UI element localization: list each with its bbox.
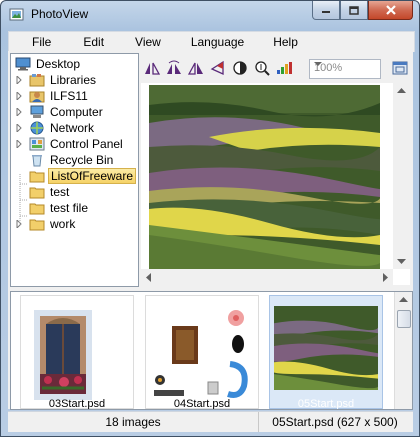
desktop-icon bbox=[15, 57, 31, 71]
window-title: PhotoView bbox=[31, 7, 89, 21]
expand-arrow-icon[interactable] bbox=[16, 76, 22, 84]
menu-edit[interactable]: Edit bbox=[83, 32, 104, 52]
thumbnail-scrollbar[interactable] bbox=[394, 292, 412, 409]
scroll-down-icon[interactable] bbox=[397, 259, 406, 265]
flip-vertical-icon bbox=[145, 62, 161, 75]
user-icon bbox=[29, 91, 45, 103]
scroll-up-icon[interactable] bbox=[399, 296, 408, 302]
folder-icon bbox=[29, 171, 45, 183]
close-button[interactable] bbox=[368, 1, 413, 20]
expand-arrow-icon[interactable] bbox=[16, 140, 22, 148]
thumbnail-03start[interactable]: 03Start.psd bbox=[20, 295, 134, 409]
tree-item-libraries[interactable]: Libraries bbox=[29, 72, 98, 88]
tree-item-computer[interactable]: Computer bbox=[29, 104, 105, 120]
menu-language[interactable]: Language bbox=[191, 32, 244, 52]
tree-item-recycle-bin[interactable]: Recycle Bin bbox=[29, 152, 115, 168]
tree-item-desktop[interactable]: Desktop bbox=[15, 56, 82, 72]
contrast-icon bbox=[233, 61, 247, 75]
tree-item-control-panel[interactable]: Control Panel bbox=[29, 136, 125, 152]
minimize-icon bbox=[322, 11, 330, 13]
expand-arrow-icon[interactable] bbox=[16, 124, 22, 132]
scroll-thumb[interactable] bbox=[397, 310, 411, 328]
menu-bar: File Edit View Language Help bbox=[8, 31, 415, 52]
fit-window-button[interactable] bbox=[390, 58, 410, 78]
mirror-button[interactable] bbox=[186, 58, 206, 78]
zoom-select[interactable]: 100% bbox=[309, 59, 381, 79]
maximize-icon bbox=[349, 5, 359, 15]
scroll-right-icon[interactable] bbox=[383, 273, 389, 282]
flip-vertical-button[interactable] bbox=[142, 58, 162, 78]
sharpen-button[interactable] bbox=[208, 58, 228, 78]
menu-view[interactable]: View bbox=[135, 32, 161, 52]
rotate-icon bbox=[167, 60, 181, 74]
status-bar: 18 images 05Start.psd (627 x 500) bbox=[8, 411, 413, 432]
maximize-button[interactable] bbox=[340, 1, 368, 20]
recycle-bin-icon bbox=[32, 155, 42, 167]
tree-connector-lines bbox=[19, 174, 28, 226]
folder-icon bbox=[29, 203, 45, 215]
chevron-down-icon bbox=[314, 62, 322, 66]
zoom-icon bbox=[255, 61, 270, 76]
minimize-button[interactable] bbox=[312, 1, 340, 20]
mirror-icon bbox=[187, 62, 203, 75]
client-area: Desktop Libraries ILFS11 Computer Networ… bbox=[8, 51, 413, 410]
tree-item-listoffreeware[interactable]: ListOfFreeware bbox=[29, 168, 137, 184]
network-icon bbox=[30, 121, 44, 135]
close-icon bbox=[385, 5, 396, 15]
contrast-button[interactable] bbox=[230, 58, 250, 78]
expand-arrow-icon[interactable] bbox=[16, 92, 22, 100]
title-bar[interactable]: PhotoView bbox=[1, 1, 419, 28]
folder-icon bbox=[29, 219, 45, 231]
tree-item-ilfs11[interactable]: ILFS11 bbox=[29, 88, 90, 104]
folder-tree: Desktop Libraries ILFS11 Computer Networ… bbox=[10, 53, 139, 287]
thumbnail-image-collage bbox=[154, 310, 248, 398]
tree-item-test[interactable]: test bbox=[29, 184, 71, 200]
folder-icon bbox=[29, 187, 45, 199]
viewer-horizontal-scrollbar[interactable] bbox=[141, 269, 393, 285]
rotate-button[interactable] bbox=[164, 58, 184, 78]
thumbnail-image-window bbox=[34, 310, 92, 400]
thumbnail-label: 03Start.psd bbox=[48, 398, 106, 410]
computer-icon bbox=[30, 105, 44, 118]
levels-button[interactable] bbox=[274, 58, 294, 78]
thumbnail-04start[interactable]: 04Start.psd bbox=[145, 295, 259, 409]
tree-item-network[interactable]: Network bbox=[29, 120, 96, 136]
tree-item-test-file[interactable]: test file bbox=[29, 200, 90, 216]
thumbnail-label: 04Start.psd bbox=[173, 398, 231, 410]
levels-icon bbox=[277, 62, 292, 74]
scroll-left-icon[interactable] bbox=[145, 273, 151, 282]
main-photo bbox=[149, 85, 380, 270]
thumbnail-label: 05Start.psd bbox=[297, 398, 355, 410]
image-viewer[interactable] bbox=[141, 83, 410, 285]
thumbnail-05start[interactable]: 05Start.psd bbox=[269, 295, 383, 409]
control-panel-icon bbox=[29, 137, 45, 151]
menu-file[interactable]: File bbox=[32, 32, 51, 52]
current-file-info: 05Start.psd (627 x 500) bbox=[272, 415, 398, 429]
image-toolbar: 100% bbox=[140, 55, 410, 81]
thumbnail-strip: 03Start.psd 04Start.psd 05Start.psd bbox=[10, 291, 413, 410]
scroll-up-icon[interactable] bbox=[397, 87, 406, 93]
expand-arrow-icon[interactable] bbox=[16, 108, 22, 116]
image-count: 18 images bbox=[8, 412, 259, 432]
tree-item-work[interactable]: work bbox=[29, 216, 77, 232]
app-logo-icon bbox=[9, 8, 24, 21]
menu-help[interactable]: Help bbox=[273, 32, 298, 52]
app-window: PhotoView File Edit View Language Help D… bbox=[0, 0, 420, 437]
viewer-vertical-scrollbar[interactable] bbox=[393, 83, 410, 269]
zoom-button[interactable] bbox=[252, 58, 272, 78]
libraries-icon bbox=[29, 74, 45, 87]
fit-window-icon bbox=[392, 61, 408, 75]
sharpen-icon bbox=[210, 60, 224, 76]
thumbnail-image-garden bbox=[274, 306, 378, 390]
